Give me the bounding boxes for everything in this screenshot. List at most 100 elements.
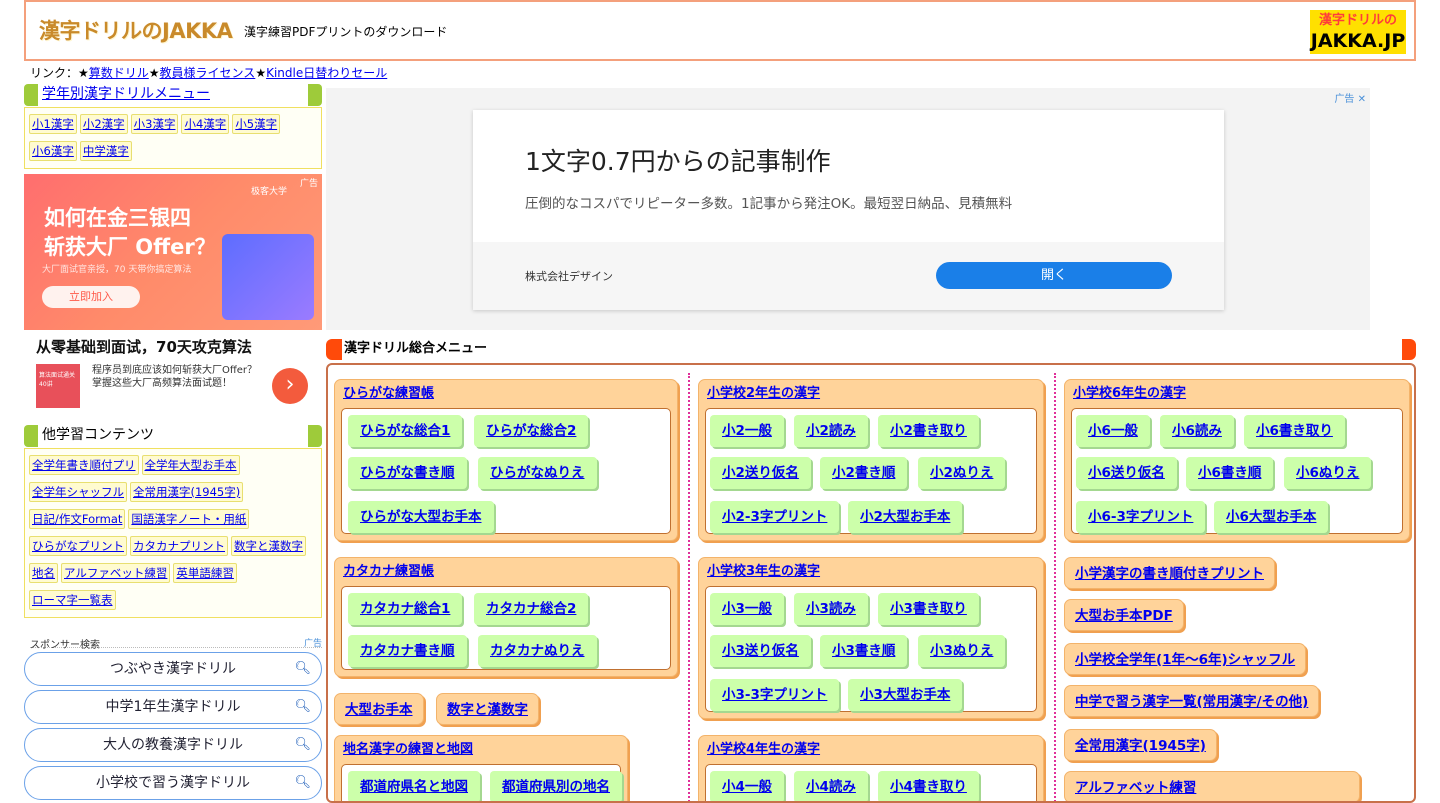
grade-link-3[interactable]: 小3漢字 xyxy=(130,114,179,134)
left-ad-title[interactable]: 从零基础到面试，70天攻克算法 xyxy=(36,336,252,357)
hiragana-button[interactable]: ひらがな大型お手本 xyxy=(348,501,494,533)
left-ad[interactable]: 广告 极客大学 如何在金三银四 斩获大厂 Offer？ 大厂面试官亲授，70 天带… xyxy=(24,174,322,418)
grade-menu-title-link[interactable]: 学年別漢字ドリルメニュー xyxy=(42,86,210,102)
other-content-body: 全学年書き順付プリ 全学年大型お手本 全学年シャッフル 全常用漢字(1945字) 日… xyxy=(24,448,322,618)
other-link[interactable]: ひらがなプリント xyxy=(29,536,127,556)
grade6-button[interactable]: 小6書き順 xyxy=(1186,457,1274,489)
numbers-kanji-button[interactable]: 数字と漢数字 xyxy=(436,693,539,725)
katakana-button[interactable]: カタカナ書き順 xyxy=(348,635,467,667)
place-name-button[interactable]: 都道府県別の地名 xyxy=(490,771,622,801)
grade3-button[interactable]: 小3送り仮名 xyxy=(710,635,811,667)
link-math-drill[interactable]: 算数ドリル xyxy=(89,66,149,80)
katakana-button[interactable]: カタカナ総合1 xyxy=(348,593,463,625)
sponsor-search-button[interactable]: 中学1年生漢字ドリル 🔍︎ xyxy=(24,690,322,724)
other-link[interactable]: 全学年シャッフル xyxy=(29,482,127,502)
left-ad-arrow-icon[interactable]: › xyxy=(272,368,308,404)
grade4-button[interactable]: 小4読み xyxy=(794,771,868,801)
grade2-button[interactable]: 小2読み xyxy=(794,415,868,447)
main-ad[interactable]: 广告 ✕ 1文字0.7円からの記事制作 圧倒的なコスパでリピーター多数。1記事か… xyxy=(326,88,1370,330)
grade3-button[interactable]: 小3一般 xyxy=(710,593,784,625)
other-link[interactable]: カタカナプリント xyxy=(130,536,228,556)
grade3-button[interactable]: 小3書き取り xyxy=(878,593,979,625)
grade3-button[interactable]: 小3書き順 xyxy=(820,635,908,667)
grade-link-1[interactable]: 小1漢字 xyxy=(29,114,77,134)
hiragana-button[interactable]: ひらがな総合2 xyxy=(474,415,589,447)
site-logo[interactable]: 漢字ドリルのJAKKA xyxy=(39,15,233,45)
grade-menu-body: 小1漢字 小2漢字 小3漢字 小4漢字 小5漢字 小6漢字 中学漢字 xyxy=(24,107,322,169)
hiragana-title[interactable]: ひらがな練習帳 xyxy=(335,380,677,406)
grade2-button[interactable]: 小2書き順 xyxy=(820,457,908,489)
other-link[interactable]: 全常用漢字(1945字) xyxy=(130,482,244,502)
grade6-button[interactable]: 小6書き取り xyxy=(1244,415,1345,447)
grade4-button[interactable]: 小4一般 xyxy=(710,771,784,801)
grade3-button[interactable]: 小3大型お手本 xyxy=(848,679,963,711)
other-link[interactable]: 日記/作文Format xyxy=(29,509,126,529)
place-name-button[interactable]: 都道府県名と地図 xyxy=(348,771,480,801)
grade-link-6[interactable]: 小6漢字 xyxy=(29,141,77,161)
grade6-button[interactable]: 小6送り仮名 xyxy=(1076,457,1177,489)
other-link[interactable]: 国語漢字ノート・用紙 xyxy=(128,509,250,529)
main-ad-card[interactable]: 1文字0.7円からの記事制作 圧倒的なコスパでリピーター多数。1記事から発注OK… xyxy=(473,110,1224,310)
grade2-button[interactable]: 小2送り仮名 xyxy=(710,457,811,489)
grade6-button[interactable]: 小6-3字プリント xyxy=(1076,501,1206,533)
grade3-button[interactable]: 小3-3字プリント xyxy=(710,679,840,711)
sponsor-caption: スポンサー検索 广告 xyxy=(30,636,322,651)
grade2-button[interactable]: 小2ぬりえ xyxy=(918,457,1006,489)
main-ad-title[interactable]: 1文字0.7円からの記事制作 xyxy=(525,142,831,178)
search-icon: 🔍︎ xyxy=(294,775,311,790)
hiragana-button[interactable]: ひらがな総合1 xyxy=(348,415,463,447)
grade2-panel: 小学校2年生の漢字 小2一般 小2読み 小2書き取り 小2送り仮名 小2書き順 … xyxy=(698,379,1044,541)
other-link[interactable]: ローマ字一覧表 xyxy=(29,590,116,610)
large-model-pdf-button[interactable]: 大型お手本PDF xyxy=(1064,599,1184,631)
grade-link-2[interactable]: 小2漢字 xyxy=(79,114,128,134)
other-link[interactable]: 数字と漢数字 xyxy=(231,536,306,556)
grade3-button[interactable]: 小3読み xyxy=(794,593,868,625)
katakana-button[interactable]: カタカナ総合2 xyxy=(474,593,589,625)
sponsor-search: スポンサー検索 广告 つぶやき漢字ドリル 🔍︎ 中学1年生漢字ドリル 🔍︎ 大人の教養… xyxy=(24,636,322,800)
grade6-button[interactable]: 小6ぬりえ xyxy=(1284,457,1372,489)
stroke-order-print-button[interactable]: 小学漢字の書き順付きプリント xyxy=(1064,557,1275,589)
main-ad-tag[interactable]: 广告 ✕ xyxy=(1334,90,1366,105)
grade4-button[interactable]: 小4書き取り xyxy=(878,771,979,801)
katakana-button[interactable]: カタカナぬりえ xyxy=(478,635,597,667)
hiragana-button[interactable]: ひらがな書き順 xyxy=(348,457,467,489)
left-ad-join-button[interactable]: 立即加入 xyxy=(42,286,140,308)
all-grades-shuffle-button[interactable]: 小学校全学年(1年〜6年)シャッフル xyxy=(1064,643,1307,675)
site-badge-logo[interactable]: 漢字ドリルの JAKKA.JP xyxy=(1310,10,1406,54)
grade-link-4[interactable]: 小4漢字 xyxy=(181,114,230,134)
grade3-button[interactable]: 小3ぬりえ xyxy=(918,635,1006,667)
other-link[interactable]: 英単語練習 xyxy=(173,563,237,583)
sponsor-search-button[interactable]: 大人の教養漢字ドリル 🔍︎ xyxy=(24,728,322,762)
other-link[interactable]: 全学年大型お手本 xyxy=(141,455,240,475)
grade6-button[interactable]: 小6一般 xyxy=(1076,415,1150,447)
alphabet-practice-button[interactable]: アルファベット練習 xyxy=(1064,771,1360,801)
sponsor-search-button[interactable]: 小学校で習う漢字ドリル 🔍︎ xyxy=(24,766,322,800)
left-ad-tag: 广告 xyxy=(299,179,318,189)
katakana-title[interactable]: カタカナ練習帳 xyxy=(335,558,677,584)
grade2-button[interactable]: 小2書き取り xyxy=(878,415,979,447)
grade3-title[interactable]: 小学校3年生の漢字 xyxy=(699,558,1043,584)
grade2-button[interactable]: 小2一般 xyxy=(710,415,784,447)
hiragana-button[interactable]: ひらがなぬりえ xyxy=(478,457,597,489)
place-name-title[interactable]: 地名漢字の練習と地図 xyxy=(335,736,627,762)
grade6-button[interactable]: 小6大型お手本 xyxy=(1214,501,1329,533)
middle-school-kanji-button[interactable]: 中学で習う漢字一覧(常用漢字/その他) xyxy=(1064,685,1320,717)
main-ad-open-button[interactable]: 開く xyxy=(936,262,1172,289)
grade4-title[interactable]: 小学校4年生の漢字 xyxy=(699,736,1043,762)
left-ad-banner[interactable]: 广告 极客大学 如何在金三银四 斩获大厂 Offer？ 大厂面试官亲授，70 天带… xyxy=(24,174,322,330)
link-kindle-sale[interactable]: Kindle日替わりセール xyxy=(266,66,387,80)
other-link[interactable]: アルファベット練習 xyxy=(61,563,171,583)
other-link[interactable]: 地名 xyxy=(29,563,58,583)
grade2-button[interactable]: 小2大型お手本 xyxy=(848,501,963,533)
grade6-button[interactable]: 小6読み xyxy=(1160,415,1234,447)
grade6-title[interactable]: 小学校6年生の漢字 xyxy=(1065,380,1409,406)
grade-link-5[interactable]: 小5漢字 xyxy=(232,114,281,134)
all-joyo-kanji-button[interactable]: 全常用漢字(1945字) xyxy=(1064,729,1217,761)
grade-link-middle[interactable]: 中学漢字 xyxy=(79,141,132,161)
other-link[interactable]: 全学年書き順付プリ xyxy=(29,455,139,475)
grade2-title[interactable]: 小学校2年生の漢字 xyxy=(699,380,1043,406)
grade2-button[interactable]: 小2-3字プリント xyxy=(710,501,840,533)
link-teacher-license[interactable]: 教員様ライセンス xyxy=(160,66,256,80)
large-model-button[interactable]: 大型お手本 xyxy=(334,693,424,725)
sponsor-search-button[interactable]: つぶやき漢字ドリル 🔍︎ xyxy=(24,652,322,686)
